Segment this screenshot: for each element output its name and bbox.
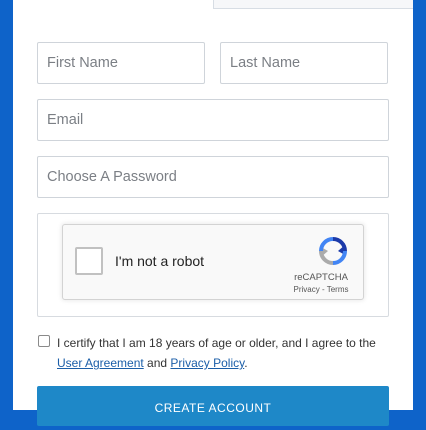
password-input[interactable]	[38, 157, 388, 197]
recaptcha-privacy-link[interactable]: Privacy	[294, 285, 320, 294]
recaptcha-links: Privacy - Terms	[291, 285, 351, 294]
captcha-container: I'm not a robot reCAPTCHA Privacy - Term…	[37, 213, 389, 317]
recaptcha-links-separator: -	[319, 285, 327, 294]
last-name-field[interactable]	[220, 42, 388, 84]
recaptcha-brand: reCAPTCHA	[294, 272, 348, 283]
email-input[interactable]	[38, 100, 388, 140]
recaptcha-label: I'm not a robot	[115, 253, 205, 269]
inactive-tab[interactable]	[213, 0, 413, 9]
last-name-input[interactable]	[221, 43, 387, 83]
recaptcha-logo-icon	[319, 237, 347, 265]
user-agreement-link[interactable]: User Agreement	[57, 356, 144, 370]
certify-and: and	[143, 356, 171, 370]
create-account-button[interactable]: CREATE ACCOUNT	[37, 386, 389, 426]
email-field[interactable]	[37, 99, 389, 141]
certify-period: .	[244, 356, 248, 370]
first-name-input[interactable]	[38, 43, 204, 83]
recaptcha-widget: I'm not a robot reCAPTCHA Privacy - Term…	[62, 224, 364, 300]
certify-text: I certify that I am 18 years of age or o…	[57, 333, 397, 373]
signup-card: I'm not a robot reCAPTCHA Privacy - Term…	[13, 0, 413, 426]
first-name-field[interactable]	[37, 42, 205, 84]
privacy-policy-link[interactable]: Privacy Policy	[170, 356, 244, 370]
certify-checkbox[interactable]	[38, 335, 50, 347]
password-field[interactable]	[37, 156, 389, 198]
certify-statement: I certify that I am 18 years of age or o…	[57, 336, 376, 350]
recaptcha-terms-link[interactable]: Terms	[327, 285, 349, 294]
recaptcha-checkbox[interactable]	[75, 247, 103, 275]
